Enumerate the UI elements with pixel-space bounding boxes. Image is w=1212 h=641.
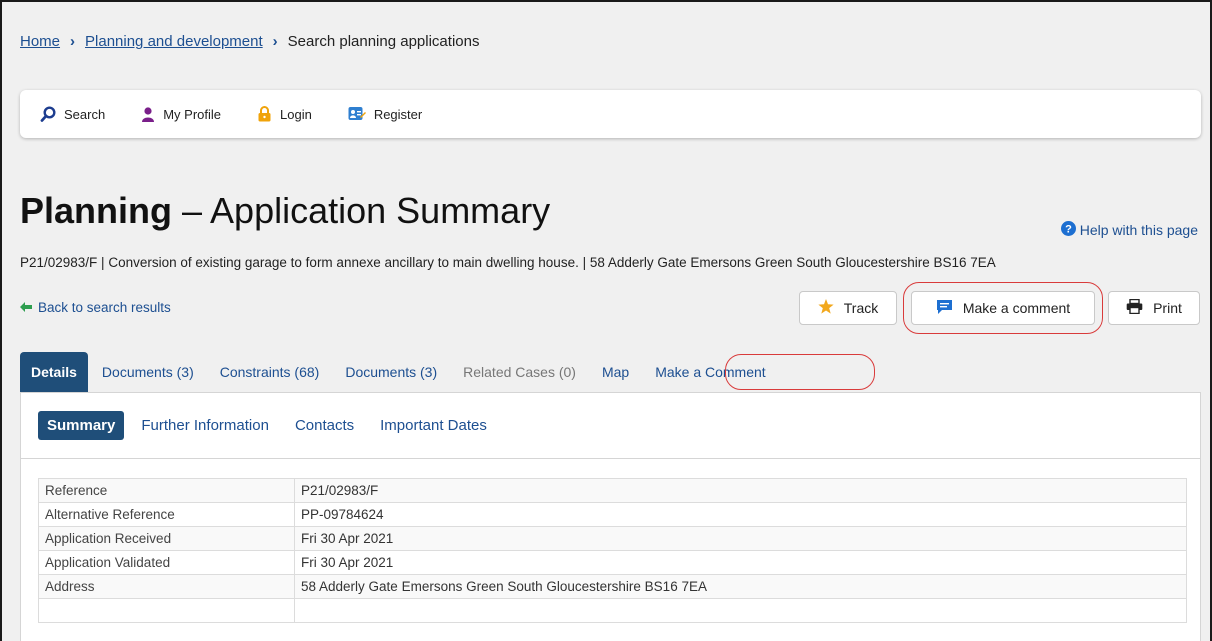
breadcrumb-home-link[interactable]: Home: [20, 33, 60, 50]
top-navigation: Search My Profile Login Register: [20, 90, 1201, 138]
page-title-rest: – Application Summary: [172, 190, 551, 231]
tab-documents-secondary[interactable]: Documents (3): [333, 352, 449, 392]
lock-icon: [257, 106, 272, 122]
table-row: [38, 598, 1187, 623]
page-title: Planning – Application Summary: [20, 190, 550, 232]
table-row: Reference P21/02983/F: [38, 478, 1187, 503]
breadcrumb: Home › Planning and development › Search…: [20, 33, 479, 50]
arrow-left-icon: [20, 300, 32, 315]
page-title-bold: Planning: [20, 190, 172, 231]
row-value: Fri 30 Apr 2021: [294, 526, 1187, 551]
row-value: P21/02983/F: [294, 478, 1187, 503]
main-tabs: Details Documents (3) Constraints (68) D…: [20, 352, 780, 392]
back-link-label: Back to search results: [38, 300, 171, 315]
help-icon: ?: [1060, 221, 1076, 239]
nav-search[interactable]: Search: [40, 106, 105, 122]
tab-constraints[interactable]: Constraints (68): [208, 352, 332, 392]
table-row: Alternative Reference PP-09784624: [38, 502, 1187, 527]
row-label: Application Received: [38, 526, 295, 551]
subtab-important-dates[interactable]: Important Dates: [380, 417, 487, 434]
summary-table: Reference P21/02983/F Alternative Referenc…: [38, 478, 1187, 623]
nav-login[interactable]: Login: [257, 106, 312, 122]
breadcrumb-current: Search planning applications: [287, 33, 480, 50]
tab-details[interactable]: Details: [20, 352, 88, 392]
comment-icon: [936, 299, 953, 318]
row-value: [294, 598, 1187, 623]
breadcrumb-planning-link[interactable]: Planning and development: [85, 33, 263, 50]
subtab-contacts[interactable]: Contacts: [295, 417, 354, 434]
table-row: Address 58 Adderly Gate Emersons Green So…: [38, 574, 1187, 599]
row-label: Address: [38, 574, 295, 599]
register-icon: [348, 106, 366, 122]
printer-icon: [1126, 298, 1143, 317]
sub-tabs: Summary Further Information Contacts Imp…: [21, 393, 1200, 459]
row-label: [38, 598, 295, 623]
subtab-summary[interactable]: Summary: [38, 411, 125, 440]
nav-login-label: Login: [280, 106, 312, 122]
print-button[interactable]: Print: [1108, 291, 1200, 325]
make-comment-button[interactable]: Make a comment: [911, 291, 1095, 325]
star-icon: [818, 299, 834, 317]
tab-make-comment[interactable]: Make a Comment: [643, 352, 777, 392]
table-row: Application Validated Fri 30 Apr 2021: [38, 550, 1187, 575]
page-frame: Home › Planning and development › Search…: [0, 0, 1212, 641]
user-icon: [141, 106, 155, 122]
nav-search-label: Search: [64, 106, 106, 122]
row-label: Application Validated: [38, 550, 295, 575]
table-row: Application Received Fri 30 Apr 2021: [38, 526, 1187, 551]
track-button-label: Track: [843, 300, 879, 316]
help-link-label: Help with this page: [1079, 222, 1198, 238]
row-label: Alternative Reference: [38, 502, 295, 527]
subtab-further-information[interactable]: Further Information: [141, 417, 269, 434]
back-to-results-link[interactable]: Back to search results: [20, 300, 171, 315]
svg-text:?: ?: [1065, 224, 1072, 236]
tab-related-cases[interactable]: Related Cases (0): [451, 352, 588, 392]
tab-map[interactable]: Map: [590, 352, 641, 392]
tab-documents[interactable]: Documents (3): [90, 352, 206, 392]
make-comment-button-label: Make a comment: [962, 300, 1071, 316]
nav-register[interactable]: Register: [348, 106, 422, 122]
nav-profile-label: My Profile: [163, 106, 221, 122]
row-label: Reference: [38, 478, 295, 503]
row-value: PP-09784624: [294, 502, 1187, 527]
track-button[interactable]: Track: [799, 291, 897, 325]
chevron-right-icon: ›: [70, 33, 76, 50]
search-icon: [40, 106, 56, 122]
row-value: Fri 30 Apr 2021: [294, 550, 1187, 575]
application-description: P21/02983/F | Conversion of existing gar…: [20, 255, 996, 270]
chevron-right-icon: ›: [272, 33, 278, 50]
print-button-label: Print: [1153, 300, 1182, 316]
nav-my-profile[interactable]: My Profile: [141, 107, 221, 122]
details-panel: Summary Further Information Contacts Imp…: [20, 392, 1201, 641]
help-link[interactable]: ? Help with this page: [1060, 221, 1198, 239]
row-value: 58 Adderly Gate Emersons Green South Glo…: [294, 574, 1187, 599]
nav-register-label: Register: [373, 106, 423, 122]
